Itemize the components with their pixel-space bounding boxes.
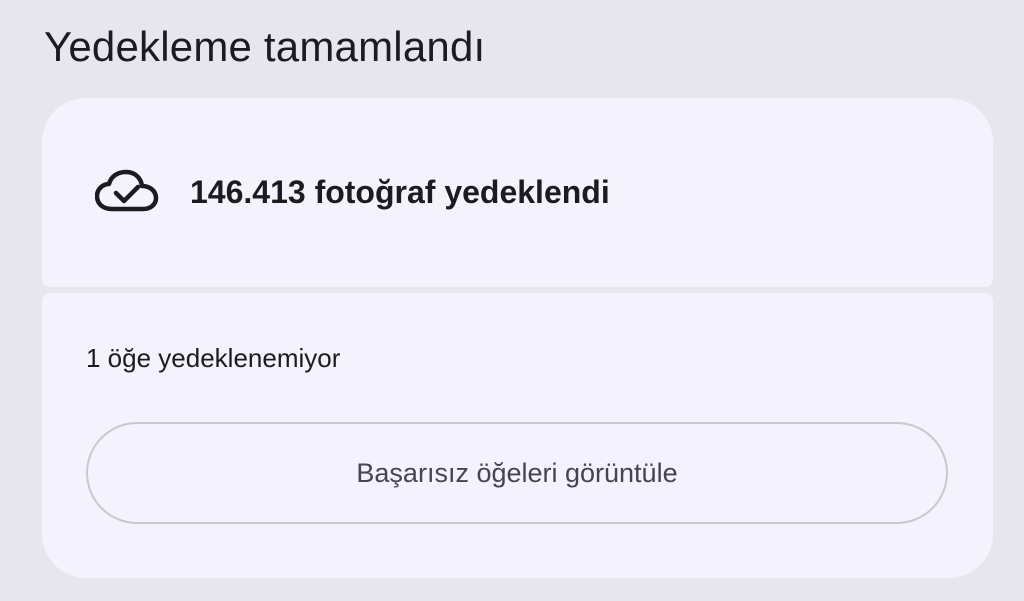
- backed-up-count-text: 146.413 fotoğraf yedeklendi: [190, 174, 610, 210]
- failed-items-message: 1 öğe yedeklenemiyor: [86, 343, 341, 373]
- cloud-check-icon: [94, 168, 159, 216]
- view-failed-items-button[interactable]: Başarısız öğeleri görüntüle: [86, 422, 948, 524]
- page-title: Yedekleme tamamlandı: [44, 23, 486, 70]
